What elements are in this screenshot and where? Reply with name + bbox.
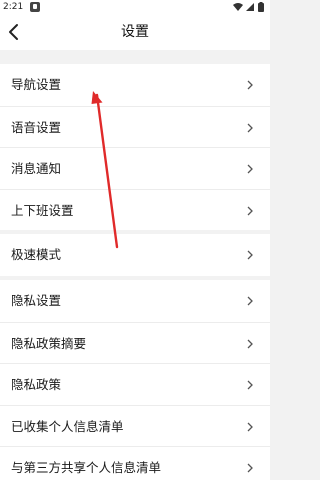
- settings-item-label: 隐私政策: [11, 377, 62, 392]
- chevron-right-icon: [247, 206, 253, 215]
- chevron-right-icon: [247, 463, 253, 473]
- signal-icon: [246, 3, 254, 11]
- settings-item-voice[interactable]: 语音设置: [0, 105, 270, 148]
- settings-item-label: 消息通知: [11, 161, 62, 176]
- settings-item-speed-mode[interactable]: 极速模式: [0, 234, 270, 276]
- chevron-right-icon: [247, 164, 253, 174]
- settings-item-label: 导航设置: [11, 77, 62, 92]
- chevron-right-icon: [247, 250, 253, 260]
- chevron-right-icon: [247, 80, 253, 90]
- settings-item-label: 已收集个人信息清单: [11, 418, 124, 434]
- wifi-icon: [233, 3, 243, 11]
- settings-group-speed: 极速模式: [0, 234, 270, 276]
- settings-item-commute[interactable]: 上下班设置: [0, 188, 270, 231]
- status-indicators: [232, 2, 266, 12]
- settings-item-privacy-policy[interactable]: 隐私政策: [0, 363, 270, 405]
- status-bar: 2:21: [0, 0, 270, 14]
- page-title: 设置: [121, 24, 149, 40]
- settings-item-label: 隐私设置: [11, 293, 62, 308]
- header-bar: 设置: [0, 14, 270, 50]
- settings-item-label: 语音设置: [11, 119, 62, 135]
- settings-item-privacy-summary[interactable]: 隐私政策摘要: [0, 321, 270, 364]
- settings-item-notifications[interactable]: 消息通知: [0, 147, 270, 189]
- chevron-right-icon: [247, 422, 253, 431]
- chevron-right-icon: [247, 296, 253, 306]
- chevron-right-icon: [247, 123, 253, 132]
- settings-item-label: 隐私政策摘要: [11, 335, 87, 351]
- settings-group-privacy: 隐私设置 隐私政策摘要 隐私政策 已收集个人信息清单 与第三方共享个人信息清单: [0, 280, 270, 480]
- notification-app-icon: [30, 2, 40, 12]
- chevron-right-icon: [247, 380, 253, 390]
- settings-item-label: 极速模式: [11, 247, 62, 262]
- status-time: 2:21: [3, 2, 24, 12]
- settings-item-label: 与第三方共享个人信息清单: [11, 460, 162, 475]
- battery-icon: [258, 2, 264, 12]
- settings-item-navigation[interactable]: 导航设置: [0, 64, 270, 106]
- settings-item-collected-info[interactable]: 已收集个人信息清单: [0, 404, 270, 447]
- settings-item-third-party-sharing[interactable]: 与第三方共享个人信息清单: [0, 446, 270, 480]
- chevron-right-icon: [247, 339, 253, 348]
- settings-item-privacy-settings[interactable]: 隐私设置: [0, 280, 270, 322]
- settings-item-label: 上下班设置: [11, 202, 74, 218]
- settings-group-general: 导航设置 语音设置 消息通知 上下班设置: [0, 64, 270, 230]
